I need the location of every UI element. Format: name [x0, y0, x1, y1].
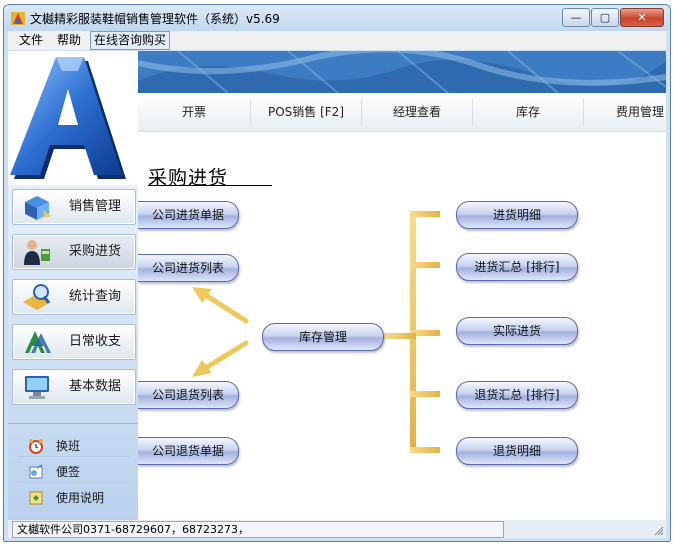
- resize-grip-icon[interactable]: [654, 526, 664, 536]
- close-button[interactable]: ✕: [620, 8, 664, 27]
- purchase-icon: [24, 240, 50, 265]
- status-bar: 文樾软件公司0371-68729607，68723273，: [8, 520, 666, 538]
- help-icon: [29, 491, 43, 505]
- note-icon: [29, 464, 43, 479]
- arrow-to-return-list: [192, 340, 249, 377]
- menu-bar: 文件 帮助 在线咨询购买: [8, 31, 666, 50]
- btn-purchase-summary[interactable]: 进货汇总 [排行]: [456, 253, 578, 281]
- sales-icon: [25, 196, 51, 220]
- sidebar-divider: [8, 423, 138, 424]
- sidebar: 销售管理 采购进货 统计查询 日常收支 基本数据 换班 便签 使用说明: [8, 51, 138, 520]
- btn-return-list[interactable]: 公司退货列表: [138, 381, 239, 409]
- btn-inventory-management[interactable]: 库存管理: [262, 323, 384, 351]
- app-icon: [11, 12, 25, 25]
- logo: [8, 51, 138, 185]
- nav-basic-data-label: 基本数据: [69, 379, 122, 394]
- btn-purchase-list[interactable]: 公司进货列表: [138, 254, 239, 282]
- btn-return-detail[interactable]: 退货明细: [456, 437, 578, 465]
- daily-finance-icon: [25, 331, 51, 353]
- arrow-to-purchase-list: [192, 287, 249, 324]
- connector-bracket: [384, 211, 440, 453]
- btn-return-summary[interactable]: 退货汇总 [排行]: [456, 381, 578, 409]
- nav-sales-label: 销售管理: [69, 199, 122, 214]
- maximize-button[interactable]: ▢: [591, 8, 619, 27]
- maximize-icon: ▢: [599, 11, 611, 24]
- nav-sales[interactable]: 销售管理: [12, 189, 136, 225]
- btn-return-receipt[interactable]: 公司退货单据: [138, 437, 239, 465]
- util-note-label: 便签: [56, 465, 81, 479]
- util-shift-change-label: 换班: [56, 439, 81, 453]
- menu-file[interactable]: 文件: [16, 32, 46, 49]
- nav-purchase[interactable]: 采购进货: [12, 234, 136, 270]
- close-icon: ✕: [637, 11, 647, 24]
- btn-actual-purchase[interactable]: 实际进货: [456, 317, 578, 345]
- util-divider: [18, 482, 130, 483]
- statistics-icon: [23, 284, 51, 310]
- app-window: 文樾精彩服装鞋帽销售管理软件（系统）v5.69 — ▢ ✕ 文件 帮助 在线咨询…: [3, 4, 671, 542]
- main-panel: 开票 POS销售 [F2] 经理查看 库存 费用管理 采购进货 公司进货单据 公…: [138, 51, 666, 520]
- util-help-label: 使用说明: [56, 491, 105, 505]
- btn-purchase-receipt[interactable]: 公司进货单据: [138, 201, 239, 229]
- util-divider: [18, 456, 130, 457]
- minimize-button[interactable]: —: [562, 8, 590, 27]
- menu-help[interactable]: 帮助: [54, 32, 84, 49]
- minimize-icon: —: [570, 11, 582, 24]
- nav-purchase-label: 采购进货: [69, 244, 122, 259]
- window-title: 文樾精彩服装鞋帽销售管理软件（系统）v5.69: [30, 12, 280, 26]
- nav-statistics[interactable]: 统计查询: [12, 279, 136, 315]
- title-bar: 文樾精彩服装鞋帽销售管理软件（系统）v5.69 — ▢ ✕: [4, 5, 670, 31]
- nav-daily-finance-label: 日常收支: [69, 334, 122, 349]
- nav-statistics-label: 统计查询: [69, 289, 122, 304]
- nav-basic-data[interactable]: 基本数据: [12, 369, 136, 405]
- window-controls: — ▢ ✕: [561, 8, 664, 27]
- status-text: 文樾软件公司0371-68729607，68723273，: [12, 521, 504, 538]
- alarm-clock-icon: [29, 439, 43, 454]
- util-note[interactable]: 便签: [18, 461, 130, 483]
- util-shift-change[interactable]: 换班: [18, 435, 130, 457]
- menu-buy-online[interactable]: 在线咨询购买: [90, 31, 171, 50]
- nav-daily-finance[interactable]: 日常收支: [12, 324, 136, 360]
- util-help[interactable]: 使用说明: [18, 487, 130, 509]
- btn-purchase-detail[interactable]: 进货明细: [456, 201, 578, 229]
- basic-data-icon: [25, 376, 49, 399]
